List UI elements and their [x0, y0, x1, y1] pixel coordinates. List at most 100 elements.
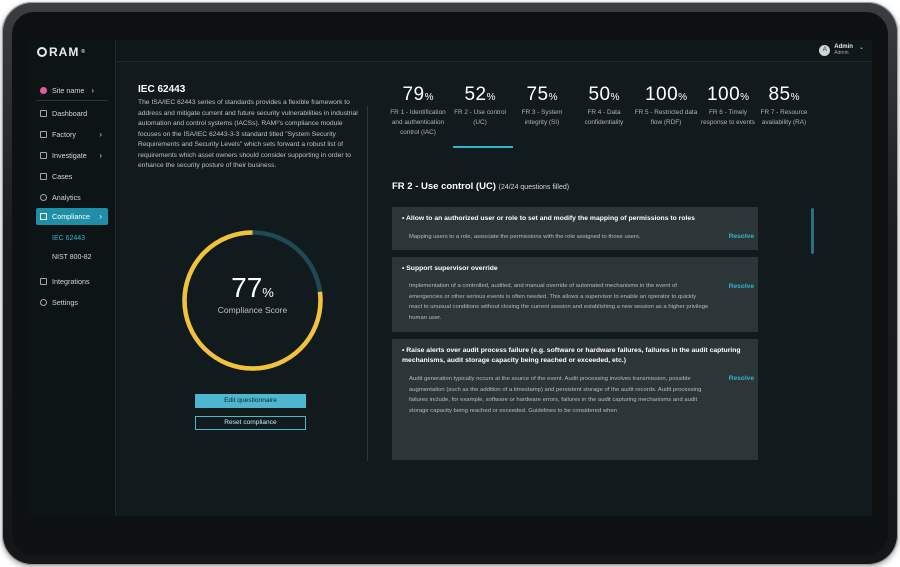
score-value: 75 — [526, 84, 549, 105]
sidebar-nav: Site name › Dashboard Factory › Investig… — [28, 80, 116, 313]
chart-line-icon — [40, 152, 47, 159]
site-status-dot — [40, 86, 47, 94]
score-value: 85 — [768, 84, 791, 105]
user-info: Admin Admin — [834, 44, 853, 56]
score-number: 77 — [231, 272, 263, 303]
user-menu[interactable]: A Admin Admin ⌄ — [819, 44, 864, 56]
sidebar-subitem-iec-62443[interactable]: IEC 62443 — [28, 229, 116, 248]
requirement-card: • Support supervisor override Implementa… — [392, 257, 758, 332]
requirements-list[interactable]: • Allow to an authorized user or role to… — [392, 207, 758, 460]
chevron-down-icon: ⌄ — [858, 45, 864, 51]
logo-text: RAM — [49, 45, 80, 59]
sidebar-item-label: Factory — [52, 130, 76, 139]
score-value: 100 — [644, 84, 679, 105]
user-role: Admin — [834, 50, 849, 56]
chevron-right-icon: › — [99, 151, 102, 160]
requirement-card: • Allow to an authorized user or role to… — [392, 207, 758, 250]
requirement-card: • Raise alerts over audit process failur… — [392, 339, 758, 460]
sidebar-item-label: Investigate — [52, 151, 87, 160]
factory-icon — [40, 131, 47, 138]
compliance-score-label: Compliance Score — [217, 305, 288, 315]
sidebar-item-dashboard[interactable]: Dashboard — [28, 103, 116, 124]
requirement-body: Audit generation typically occurs at the… — [409, 376, 702, 414]
section-title: FR 2 - Use control (UC) (24/24 questions… — [392, 181, 569, 192]
resolve-button[interactable]: Resolve — [729, 233, 754, 240]
page-title: IEC 62443 — [138, 84, 186, 95]
sidebar-item-label: Cases — [52, 172, 73, 181]
score-percent-sign: % — [610, 92, 620, 103]
score-label: FR 5 - Restricted data flow (RDF) — [634, 109, 698, 126]
sidebar-item-compliance[interactable]: Compliance › — [36, 208, 108, 225]
score-percent-sign: % — [548, 92, 558, 103]
score-value: 79 — [402, 84, 425, 105]
sidebar-item-label: Settings — [52, 298, 78, 307]
checklist-icon — [40, 213, 47, 220]
sidebar-item-label: Compliance — [52, 212, 90, 221]
sidebar-item-factory[interactable]: Factory › — [28, 124, 116, 145]
section-title-text: FR 2 - Use control (UC) — [392, 181, 496, 192]
score-percent-sign: % — [486, 92, 496, 103]
score-value: 50 — [588, 84, 611, 105]
reset-compliance-button[interactable]: Reset compliance — [195, 416, 306, 430]
app-screen: RAM ® Site name › Dashboard Factory › In… — [28, 40, 872, 516]
score-label: FR 3 - System integrity (SI) — [521, 109, 563, 126]
chevron-right-icon: › — [99, 130, 102, 139]
requirement-heading: • Allow to an authorized user or role to… — [402, 215, 695, 222]
site-name: Site name — [52, 85, 85, 95]
section-subtitle: (24/24 questions filled) — [498, 184, 570, 191]
score-percent-sign: % — [790, 92, 800, 103]
plug-icon — [40, 278, 47, 285]
chevron-right-icon: › — [91, 85, 94, 95]
analytics-icon — [40, 194, 47, 201]
logo-registered-mark: ® — [81, 49, 87, 55]
sidebar: RAM ® Site name › Dashboard Factory › In… — [28, 40, 116, 516]
chevron-right-icon: › — [99, 212, 102, 221]
sidebar-item-label: Integrations — [52, 277, 90, 286]
sidebar-item-analytics[interactable]: Analytics — [28, 187, 116, 208]
page-description: The ISA/IEC 62443 series of standards pr… — [138, 99, 358, 169]
score-label: FR 1 - Identification and authentication… — [390, 109, 446, 136]
sidebar-item-label: Analytics — [52, 193, 81, 202]
avatar: A — [819, 44, 831, 56]
column-divider — [367, 106, 368, 461]
tab-fr4[interactable]: 50% FR 4 - Data confidentiality — [572, 84, 636, 128]
tab-fr1[interactable]: 79% FR 1 - Identification and authentica… — [386, 84, 450, 138]
score-percent-sign: % — [262, 285, 274, 300]
gear-icon — [40, 299, 47, 306]
requirement-body: Implementation of a controlled, audited,… — [409, 283, 709, 321]
score-label: FR 7 - Resource availability (RA) — [760, 109, 808, 126]
app-logo[interactable]: RAM ® — [37, 45, 86, 59]
sidebar-item-cases[interactable]: Cases — [28, 166, 116, 187]
resolve-button[interactable]: Resolve — [729, 375, 754, 382]
score-percent-sign: % — [678, 92, 688, 103]
score-percent-sign: % — [424, 92, 434, 103]
top-bar: A Admin Admin ⌄ — [116, 40, 872, 62]
score-value: 100 — [706, 84, 741, 105]
score-label: FR 2 - Use control (UC) — [454, 109, 506, 126]
sidebar-item-integrations[interactable]: Integrations — [28, 271, 116, 292]
dashboard-icon — [40, 110, 47, 117]
resolve-button[interactable]: Resolve — [729, 283, 754, 290]
tab-fr5[interactable]: 100% FR 5 - Restricted data flow (RDF) — [634, 84, 698, 128]
tab-fr3[interactable]: 75% FR 3 - System integrity (SI) — [510, 84, 574, 128]
fr-score-tabs: 79% FR 1 - Identification and authentica… — [386, 84, 816, 154]
compliance-score-value: 77% — [180, 272, 325, 304]
logo-ring-icon — [37, 47, 47, 57]
requirement-heading: • Support supervisor override — [402, 265, 498, 272]
edit-questionnaire-button[interactable]: Edit questionnaire — [195, 394, 306, 408]
requirement-heading: • Raise alerts over audit process failur… — [402, 347, 741, 364]
tab-fr2[interactable]: 52% FR 2 - Use control (UC) — [448, 84, 512, 128]
sidebar-item-settings[interactable]: Settings — [28, 292, 116, 313]
tab-fr7[interactable]: 85% FR 7 - Resource availability (RA) — [752, 84, 816, 128]
tab-fr6[interactable]: 100% FR 6 - Timely response to events — [696, 84, 760, 128]
requirement-body: Mapping users to a role, associate the p… — [409, 234, 641, 240]
score-percent-sign: % — [740, 92, 750, 103]
scrollbar-thumb[interactable] — [811, 208, 814, 254]
active-tab-indicator — [453, 146, 513, 148]
site-selector[interactable]: Site name › — [36, 80, 108, 101]
sidebar-item-investigate[interactable]: Investigate › — [28, 145, 116, 166]
sidebar-item-label: Dashboard — [52, 109, 88, 118]
score-value: 52 — [464, 84, 487, 105]
sidebar-subitem-nist-800-82[interactable]: NIST 800-82 — [28, 248, 116, 267]
score-label: FR 4 - Data confidentiality — [584, 109, 624, 126]
